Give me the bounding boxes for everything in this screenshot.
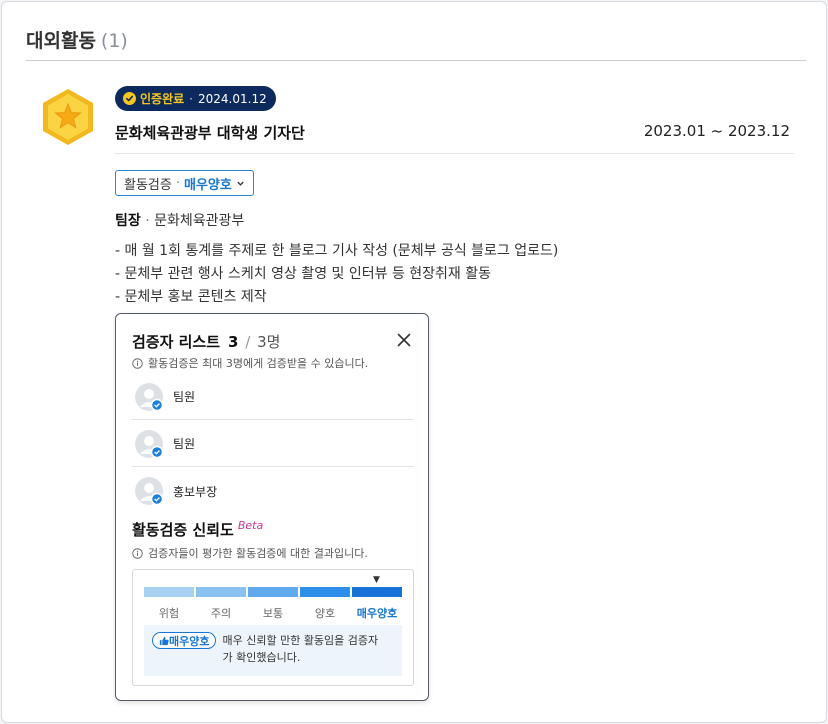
star-badge-icon bbox=[43, 89, 93, 145]
verifier-name: 팀원 bbox=[173, 390, 196, 404]
check-circle-icon bbox=[123, 92, 136, 105]
trust-scale-bar bbox=[144, 587, 402, 597]
activity-title: 문화체육관광부 대학생 기자단 bbox=[115, 124, 305, 142]
verifier-list-popover: 검증자 리스트 3 / 3명 활동검증은 최대 3명에게 검증받을 수 있습니다.… bbox=[115, 313, 429, 701]
verifier-item: 팀원 bbox=[132, 374, 414, 420]
verifier-item: 홍보부장 bbox=[132, 468, 414, 514]
verifier-total-count: 3명 bbox=[257, 333, 281, 351]
section-divider bbox=[26, 60, 806, 61]
info-icon bbox=[132, 547, 143, 559]
result-chip-text: 매우양호 bbox=[169, 634, 210, 648]
certification-badge: 인증완료 · 2024.01.12 bbox=[115, 86, 276, 111]
scale-segment bbox=[196, 587, 246, 597]
verified-avatar-icon bbox=[135, 429, 163, 458]
scale-segment bbox=[352, 587, 402, 597]
cert-date: 2024.01.12 bbox=[198, 91, 267, 106]
verifier-name: 팀원 bbox=[173, 437, 196, 451]
trust-info-text: 검증자들이 평가한 활동검증에 대한 결과입니다. bbox=[148, 547, 368, 560]
verifier-name: 홍보부장 bbox=[173, 484, 218, 499]
separator-dot: · bbox=[189, 91, 193, 106]
trust-info: 검증자들이 평가한 활동검증에 대한 결과입니다. bbox=[132, 545, 368, 561]
section-count: (1) bbox=[100, 30, 128, 52]
result-text-line: 가 확인했습니다. bbox=[222, 651, 301, 664]
chevron-down-icon bbox=[237, 181, 244, 186]
popover-title-text: 검증자 리스트 bbox=[132, 333, 221, 351]
beta-label: Beta bbox=[237, 519, 264, 532]
description-line: - 문체부 홍보 콘텐츠 제작 bbox=[115, 289, 267, 305]
separator-dot: · bbox=[175, 175, 180, 191]
scale-label: 주의 bbox=[210, 607, 232, 620]
result-chip: 매우양호 bbox=[152, 632, 217, 649]
scale-segment bbox=[144, 587, 194, 597]
activity-period: 2023.01 ~ 2023.12 bbox=[643, 122, 790, 140]
result-text: 매우 신뢰할 만한 활동임을 검증자 가 확인했습니다. bbox=[222, 632, 378, 666]
role: 팀장 bbox=[115, 213, 141, 229]
verified-avatar-icon bbox=[135, 477, 163, 505]
verifier-current-count: 3 bbox=[228, 333, 239, 351]
cert-status: 인증완료 bbox=[140, 92, 185, 106]
trust-title: 활동검증 신뢰도 Beta bbox=[132, 519, 263, 540]
scale-label: 보통 bbox=[262, 607, 284, 620]
scale-segment bbox=[300, 587, 350, 597]
scale-label: 매우양호 bbox=[356, 607, 398, 620]
trust-title-text: 활동검증 신뢰도 bbox=[132, 521, 234, 539]
popover-title: 검증자 리스트 3 / 3명 bbox=[132, 333, 281, 351]
verifier-info-text: 활동검증은 최대 3명에게 검증받을 수 있습니다. bbox=[148, 357, 369, 370]
trust-scale-labels: 위험 주의 보통 양호 매우양호 bbox=[144, 605, 402, 621]
section-title-text: 대외활동 bbox=[26, 30, 96, 52]
trust-scale-box: ▼ 위험 주의 보통 양호 매우양호 매우양호 매우 신뢰할 만한 활동임을 검… bbox=[132, 569, 414, 686]
description-line: - 매 월 1회 통계를 주제로 한 블로그 기사 작성 (문체부 공식 블로그… bbox=[115, 243, 559, 259]
section-title: 대외활동 (1) bbox=[26, 26, 128, 53]
trust-result: 매우양호 매우 신뢰할 만한 활동임을 검증자 가 확인했습니다. bbox=[144, 625, 402, 676]
verifier-info: 활동검증은 최대 3명에게 검증받을 수 있습니다. bbox=[132, 355, 368, 371]
role-line: 팀장 · 문화체육관광부 bbox=[115, 213, 245, 229]
verify-dropdown[interactable]: 활동검증 · 매우양호 bbox=[115, 170, 254, 196]
scale-label: 위험 bbox=[158, 607, 180, 620]
title-divider bbox=[115, 153, 794, 154]
scale-label: 양호 bbox=[314, 607, 336, 620]
description-line: - 문체부 관련 행사 스케치 영상 촬영 및 인터뷰 등 현장취재 활동 bbox=[115, 266, 492, 282]
close-icon[interactable] bbox=[396, 332, 412, 348]
info-icon bbox=[132, 357, 143, 369]
organization: 문화체육관광부 bbox=[154, 213, 245, 229]
thumbs-up-icon bbox=[159, 636, 169, 645]
verify-grade: 매우양호 bbox=[183, 177, 232, 193]
verifier-item: 팀원 bbox=[132, 421, 414, 467]
verified-avatar-icon bbox=[135, 382, 163, 411]
scale-segment bbox=[248, 587, 298, 597]
result-text-line: 매우 신뢰할 만한 활동임을 검증자 bbox=[222, 634, 379, 647]
activities-card: 대외활동 (1) 인증완료 · 2024.01.12 문화체육관광부 대학생 기자… bbox=[1, 1, 827, 723]
activity-description: - 매 월 1회 통계를 주제로 한 블로그 기사 작성 (문체부 공식 블로그… bbox=[115, 240, 558, 309]
verify-label: 활동검증 bbox=[124, 177, 172, 193]
scale-marker-icon: ▼ bbox=[373, 575, 380, 585]
